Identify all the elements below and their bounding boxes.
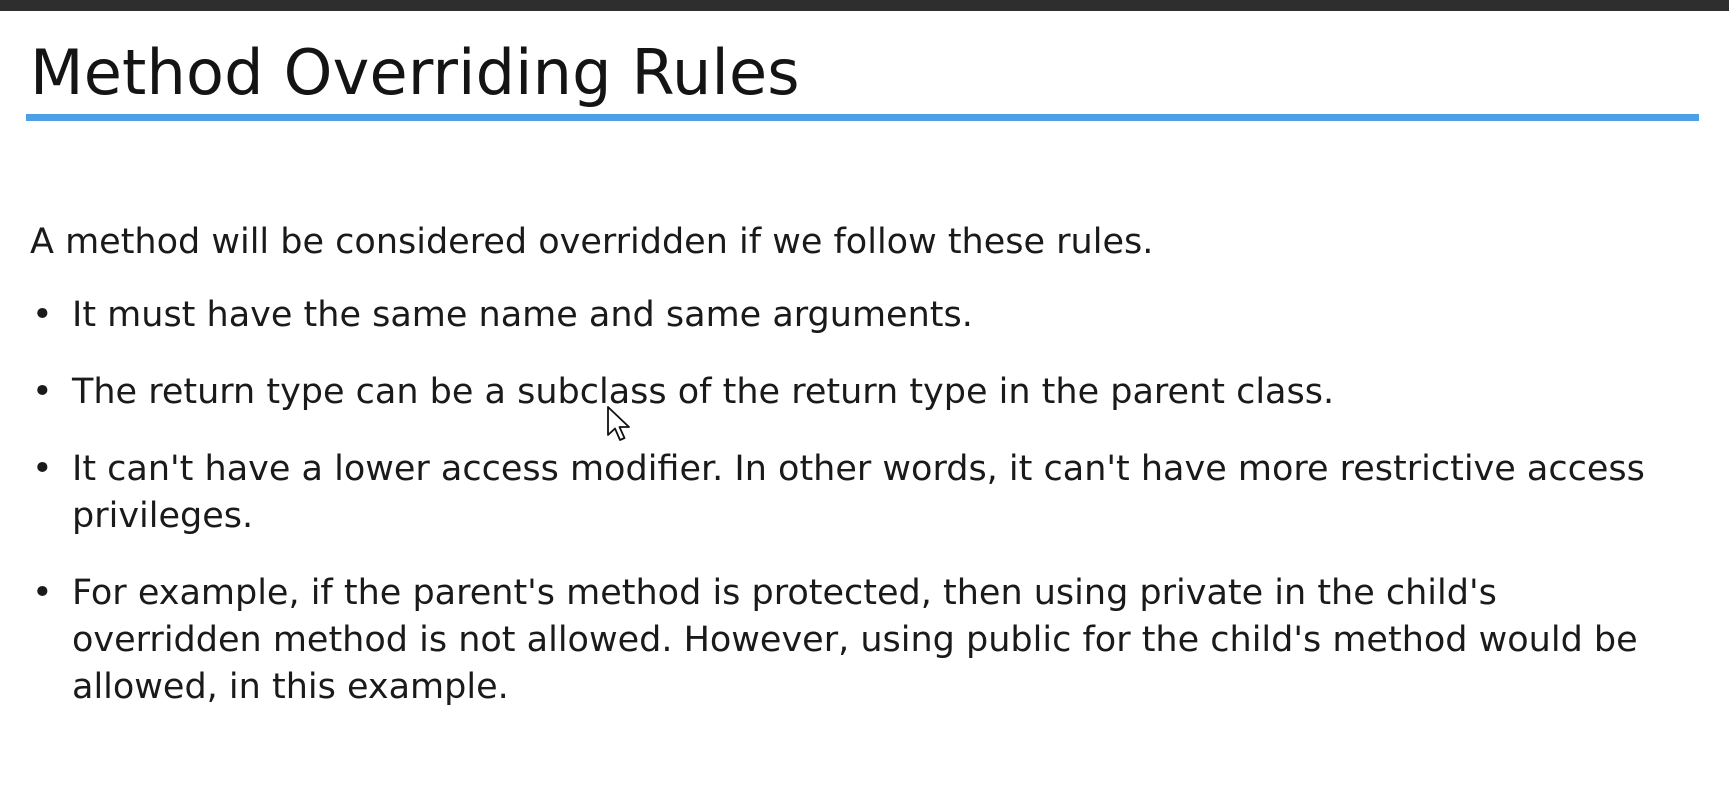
list-item-text: It can't have a lower access modifier. I…: [72, 449, 1645, 536]
bullet-icon: •: [32, 372, 53, 412]
bullet-icon: •: [32, 573, 53, 613]
list-item: • The return type can be a subclass of t…: [30, 369, 1690, 416]
window-top-strip: [0, 0, 1729, 11]
intro-text: A method will be considered overridden i…: [30, 222, 1154, 262]
list-item-text: It must have the same name and same argu…: [72, 295, 973, 335]
list-item-text: The return type can be a subclass of the…: [72, 372, 1335, 412]
list-item: • It must have the same name and same ar…: [30, 292, 1690, 339]
list-item: • It can't have a lower access modifier.…: [30, 446, 1690, 540]
title-underline: [26, 114, 1699, 121]
slide-title: Method Overriding Rules: [30, 36, 800, 109]
mouse-pointer-icon: [607, 406, 630, 441]
list-item: • For example, if the parent's method is…: [30, 570, 1690, 711]
presentation-slide: Method Overriding Rules A method will be…: [0, 11, 1729, 793]
bullet-icon: •: [32, 449, 53, 489]
bullet-icon: •: [32, 295, 53, 335]
rules-list: • It must have the same name and same ar…: [30, 292, 1690, 741]
list-item-text: For example, if the parent's method is p…: [72, 573, 1638, 707]
